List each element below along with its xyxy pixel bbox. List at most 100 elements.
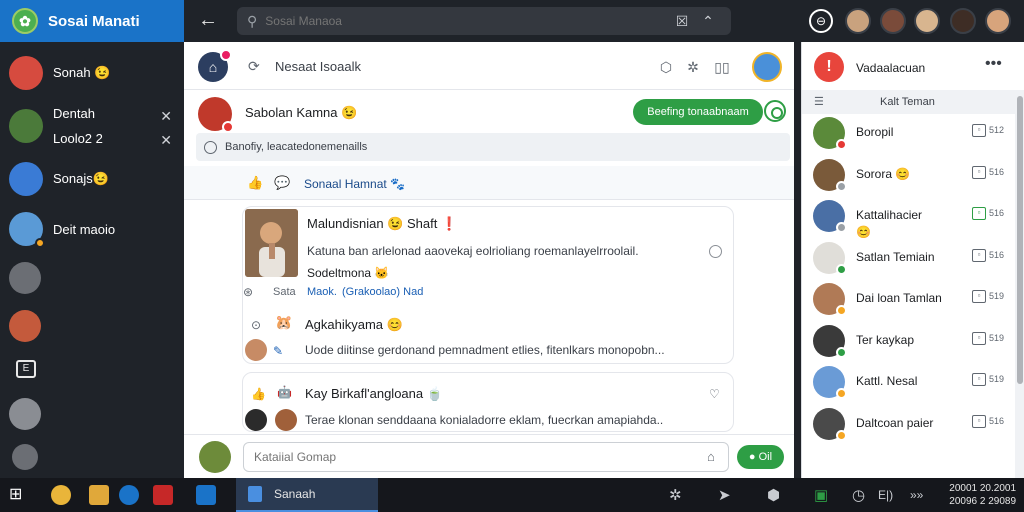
sidebar-item-label: Deit maoio (53, 221, 116, 237)
book-icon[interactable]: ▯▯ (711, 56, 733, 78)
app-icon[interactable] (119, 485, 139, 505)
clear-search-button[interactable]: ☒ (669, 13, 695, 30)
friend-item[interactable]: Kattalihacier 😊 ▫ 516 (802, 197, 1015, 239)
friend-subname: 😊 (856, 225, 871, 239)
volume-icon[interactable]: »» (910, 488, 923, 502)
settings-gear-icon[interactable]: ✲ (682, 56, 704, 78)
close-icon[interactable]: ✕ (160, 108, 172, 125)
windows-start-icon[interactable]: ⊞ (9, 485, 29, 505)
message-icon[interactable]: ▫ (972, 124, 986, 137)
avatar[interactable] (275, 409, 297, 431)
top-avatar-2[interactable] (880, 8, 906, 34)
sidebar-item-3[interactable]: Sonajs😉 (0, 156, 184, 202)
comment-text: Katuna ban arlelonad aaovekaj eolriolian… (307, 244, 639, 258)
friend-item[interactable]: Dai loan Tamlan ▫ 519 (802, 280, 1015, 320)
comment-icon[interactable]: 💬 (274, 175, 290, 191)
more-horizontal-icon[interactable]: ••• (985, 55, 1002, 73)
edit-icon[interactable]: ✎ (273, 344, 283, 358)
avatar[interactable] (9, 262, 41, 294)
friend-item[interactable]: Kattl. Nesal ▫ 519 (802, 363, 1015, 403)
post-author[interactable]: Sabolan Kamna 😉 (245, 105, 357, 121)
status-square-icon[interactable]: ▣ (814, 486, 828, 504)
message-icon[interactable]: ▫ (972, 373, 986, 386)
send-button[interactable]: ● Oil (737, 445, 784, 469)
browser-icon[interactable] (51, 485, 71, 505)
home-icon[interactable]: ⌂ (198, 49, 232, 82)
comment-thumbnail[interactable] (245, 209, 298, 277)
status-badge (222, 121, 234, 133)
sidebar-item-1[interactable]: Sonah 😉 (0, 50, 184, 96)
close-icon[interactable]: ✕ (160, 132, 172, 149)
message-icon[interactable]: ▫ (972, 165, 986, 179)
friend-item[interactable]: Boropil ▫ 512 (802, 114, 1015, 154)
radio-icon[interactable] (709, 245, 722, 258)
like-icon[interactable]: 👍 (247, 175, 263, 191)
heart-icon[interactable]: ♡ (709, 387, 720, 401)
friend-item[interactable]: Ter kaykap ▫ 519 (802, 322, 1015, 362)
top-avatar-4[interactable] (950, 8, 976, 34)
comment-meta-link[interactable]: (Grakoolao) Nad (342, 286, 423, 298)
radio-icon[interactable] (204, 140, 217, 154)
avatar[interactable] (245, 339, 267, 361)
sidebar-item-4[interactable]: Deit maoio (0, 206, 184, 252)
back-button[interactable]: ← (196, 9, 220, 33)
alert-icon[interactable]: ! (814, 52, 844, 82)
comment-meta-link[interactable]: Maok. (307, 286, 337, 298)
follow-button[interactable]: Beefing tonaabnaam (633, 99, 763, 125)
avatar[interactable] (752, 52, 782, 82)
shield-icon[interactable]: ⬢ (767, 486, 780, 504)
comment-input[interactable] (243, 442, 729, 472)
settings-gear-icon[interactable]: ✲ (669, 486, 682, 504)
avatar[interactable] (198, 97, 234, 133)
media-icon[interactable] (153, 485, 173, 505)
follow-toggle[interactable] (764, 100, 786, 122)
top-avatar-5[interactable] (985, 8, 1011, 34)
message-icon[interactable]: ▫ (972, 290, 986, 303)
top-avatar-3[interactable] (914, 8, 940, 34)
store-icon[interactable] (196, 485, 216, 505)
avatar (813, 324, 847, 358)
left-sidebar: Sonah 😉 Dentah Loolo2 2 ✕ ✕ Sonajs😉 Deit… (0, 42, 184, 478)
avatar (813, 407, 847, 441)
sidebar-item-label: Sonah 😉 (53, 65, 111, 80)
like-icon[interactable]: 👍 (251, 387, 266, 401)
camera-icon[interactable]: ⌂ (707, 449, 715, 464)
panel-title: Vadaalacuan (856, 61, 926, 75)
menu-icon[interactable]: ☰ (814, 95, 824, 108)
avatar[interactable] (245, 409, 267, 431)
folder-icon[interactable] (89, 485, 109, 505)
friend-item[interactable]: Daltcoan paier ▫ 516 (802, 405, 1015, 445)
comment-title: Kay Birkafl'angloana 🍵 (305, 386, 443, 401)
clock[interactable]: 20001 20.2001 20096 2 29089 (942, 482, 1016, 508)
scrollbar-thumb[interactable] (1017, 96, 1023, 384)
notes-icon[interactable]: E (16, 360, 36, 378)
sidebar-item-2[interactable]: Dentah Loolo2 2 ✕ ✕ (0, 102, 184, 150)
filter-icon[interactable]: ⬡ (655, 56, 677, 78)
puzzle-icon[interactable] (12, 444, 38, 470)
search-input[interactable] (265, 14, 669, 28)
message-icon[interactable]: ▫ (972, 331, 986, 345)
scrollbar[interactable] (1015, 90, 1024, 478)
brand[interactable]: ✿ Sosai Manati (0, 0, 184, 42)
clock-icon[interactable]: ◷ (852, 486, 865, 504)
forward-icon[interactable]: ➤ (718, 486, 731, 504)
share-icon[interactable]: ⊛ (243, 285, 253, 299)
friend-item[interactable]: Sorora 😊 ▫ 516 (802, 156, 1015, 196)
settings-icon[interactable]: ⊖ (809, 9, 833, 33)
search-bar[interactable]: ⚲ ☒ ⌃ (237, 7, 731, 35)
avatar[interactable] (9, 398, 41, 430)
friend-item[interactable]: Satlan Temiain ▫ 516 (802, 239, 1015, 279)
taskbar-active-window[interactable]: Sanaah (236, 478, 378, 512)
status-dot (836, 180, 847, 192)
comment-title: Agkahikyama 😊 (305, 317, 403, 332)
avatar[interactable] (9, 310, 41, 342)
message-icon[interactable]: ▫ (972, 248, 986, 262)
tray-indicator[interactable]: E|) (878, 488, 893, 502)
top-avatar-1[interactable] (845, 8, 871, 34)
comment-text: Uode diitinse gerdonand pemnadment etlie… (305, 343, 665, 357)
message-icon[interactable]: ▫ (972, 207, 986, 220)
collapse-search-button[interactable]: ⌃ (695, 13, 721, 30)
reply-icon[interactable]: ⊙ (251, 318, 261, 332)
avatar (813, 241, 847, 275)
message-icon[interactable]: ▫ (972, 414, 986, 428)
